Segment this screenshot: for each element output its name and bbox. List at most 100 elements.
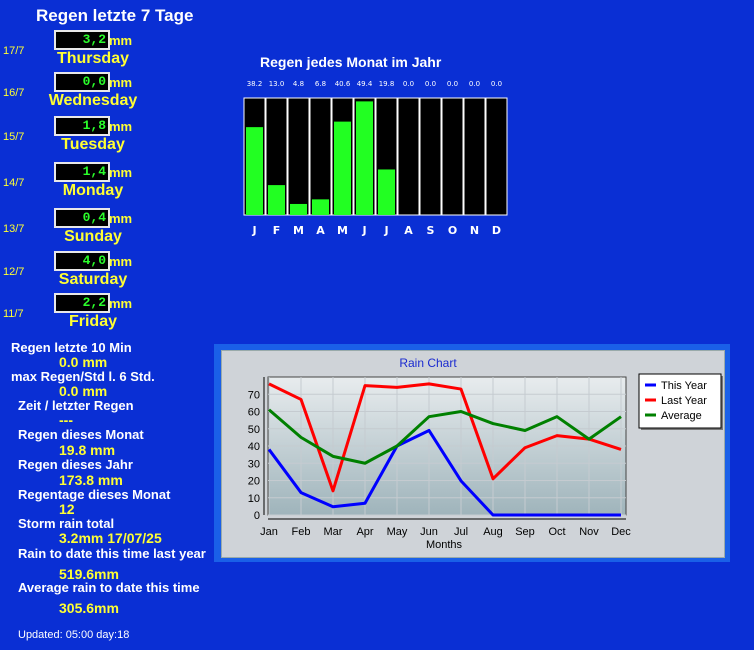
x-tick-label: Dec — [611, 526, 631, 538]
day-name: Monday — [62, 182, 124, 199]
month-category-label: A — [404, 224, 413, 237]
month-bar-value-label: 6.8 — [315, 80, 326, 88]
day-rain-unit: mm — [109, 254, 133, 269]
legend-label: Average — [661, 410, 702, 422]
stat-label: Regen dieses Jahr — [18, 457, 133, 472]
day-rain-value: 1,8 — [54, 116, 110, 136]
month-category-label: S — [427, 224, 435, 237]
day-rain-value: 0,0 — [54, 72, 110, 92]
stat-value: --- — [59, 412, 73, 428]
x-tick-label: Aug — [483, 526, 503, 538]
month-bar — [334, 121, 351, 215]
x-tick-label: Jun — [420, 526, 438, 538]
stat-label: Regentage dieses Monat — [18, 487, 171, 502]
y-tick-label: 10 — [248, 493, 260, 505]
month-bar-background — [309, 97, 332, 216]
day-name: Wednesday — [48, 92, 138, 109]
month-bar-value-label: 0.0 — [425, 80, 436, 88]
x-tick-label: Mar — [324, 526, 343, 538]
month-bar-value-label: 4.8 — [293, 80, 304, 88]
x-tick-label: Apr — [356, 526, 373, 538]
y-tick-label: 20 — [248, 476, 260, 488]
x-tick-label: Jan — [260, 526, 278, 538]
day-rain-value: 3,2 — [54, 30, 110, 50]
day-rain-unit: mm — [109, 165, 133, 180]
day-date: 12/7 — [3, 266, 25, 278]
stat-value: 12 — [59, 501, 75, 517]
rain-chart-panel: Rain Chart 0 10 20 30 40 50 60 70 Jan Feb Mar Apr May… — [221, 350, 725, 558]
month-bar-background — [397, 97, 420, 216]
stat-label: Regen dieses Monat — [18, 427, 144, 442]
month-category-label: J — [361, 224, 366, 237]
rain-line-chart-svg: Rain Chart 0 10 20 30 40 50 60 70 Jan Feb Mar Apr May… — [248, 356, 723, 551]
legend-label: This Year — [661, 380, 707, 392]
day-rain-unit: mm — [109, 211, 133, 226]
month-bar-background — [419, 97, 442, 216]
day-date: 16/7 — [3, 87, 25, 99]
day-name: Thursday — [56, 50, 129, 67]
month-bar-value-label: 49.4 — [357, 80, 373, 88]
legend-label: Last Year — [661, 395, 707, 407]
monthly-chart-title: Regen jedes Monat im Jahr — [260, 54, 442, 70]
y-tick-label: 40 — [248, 441, 260, 453]
stat-value: 0.0 mm — [59, 383, 108, 399]
month-bar — [290, 203, 307, 215]
stat-value: 0.0 mm — [59, 354, 108, 370]
y-tick-label: 60 — [248, 407, 260, 419]
page-title: Regen letzte 7 Tage — [36, 6, 194, 25]
month-category-label: F — [273, 224, 281, 237]
stat-value: 173.8 mm — [59, 472, 123, 488]
y-tick-label: 0 — [254, 510, 260, 522]
monthly-bar-chart-svg: 38.2 J 13.0 F 4.8 M 6.8 A 40.6 M 49.4 J 19.8 J 0.0 A 0.0… — [243, 80, 508, 237]
monthly-bar-chart: 38.2 J 13.0 F 4.8 M 6.8 A 40.6 M 49.4 J 19.8 J 0.0 A 0.0… — [240, 76, 520, 245]
day-name: Sunday — [64, 228, 122, 245]
updated-timestamp: Updated: 05:00 day:18 — [18, 629, 130, 641]
month-category-label: J — [251, 224, 256, 237]
month-category-label: M — [293, 224, 304, 237]
day-rain-value: 2,2 — [54, 293, 110, 313]
month-bar-background — [287, 97, 310, 216]
month-bar-background — [441, 97, 464, 216]
x-tick-label: Oct — [548, 526, 565, 538]
day-name: Tuesday — [61, 136, 125, 153]
x-tick-label: Nov — [579, 526, 599, 538]
day-rain-value: 4,0 — [54, 251, 110, 271]
month-bar-background — [463, 97, 486, 216]
stat-label: Zeit / letzter Regen — [18, 398, 134, 413]
month-bar — [246, 127, 263, 215]
day-date: 13/7 — [3, 223, 25, 235]
month-bar-background — [485, 97, 508, 216]
month-category-label: J — [383, 224, 388, 237]
day-name: Friday — [68, 313, 117, 330]
stat-value: 3.2mm 17/07/25 — [59, 530, 162, 546]
month-bar-value-label: 38.2 — [247, 80, 263, 88]
month-bar-value-label: 0.0 — [447, 80, 458, 88]
month-category-label: A — [316, 224, 325, 237]
month-bar — [312, 199, 329, 215]
y-tick-label: 30 — [248, 458, 260, 470]
day-date: 15/7 — [3, 131, 25, 143]
stat-label: max Regen/Std l. 6 Std. — [11, 369, 155, 384]
stat-label: Storm rain total — [18, 516, 115, 531]
month-category-label: O — [448, 224, 457, 237]
day-rain-unit: mm — [109, 75, 133, 90]
month-category-label: N — [470, 224, 479, 237]
month-category-label: M — [337, 224, 348, 237]
y-tick-label: 70 — [248, 389, 260, 401]
month-bar — [378, 169, 395, 215]
month-bar-value-label: 0.0 — [469, 80, 480, 88]
day-date: 17/7 — [3, 45, 25, 57]
day-rain-value: 1,4 — [54, 162, 110, 182]
day-rain-unit: mm — [109, 33, 133, 48]
day-rain-unit: mm — [109, 119, 133, 134]
day-rain-value: 0,4 — [54, 208, 110, 228]
month-bar-value-label: 0.0 — [403, 80, 414, 88]
day-name: Saturday — [58, 271, 128, 288]
month-bar-value-label: 13.0 — [269, 80, 285, 88]
day-date: 14/7 — [3, 177, 25, 189]
x-tick-label: Sep — [515, 526, 535, 538]
stat-value: 305.6mm — [59, 600, 119, 616]
month-bar-value-label: 40.6 — [335, 80, 351, 88]
month-bar — [268, 185, 285, 215]
stat-label: Rain to date this time last year — [18, 546, 206, 561]
